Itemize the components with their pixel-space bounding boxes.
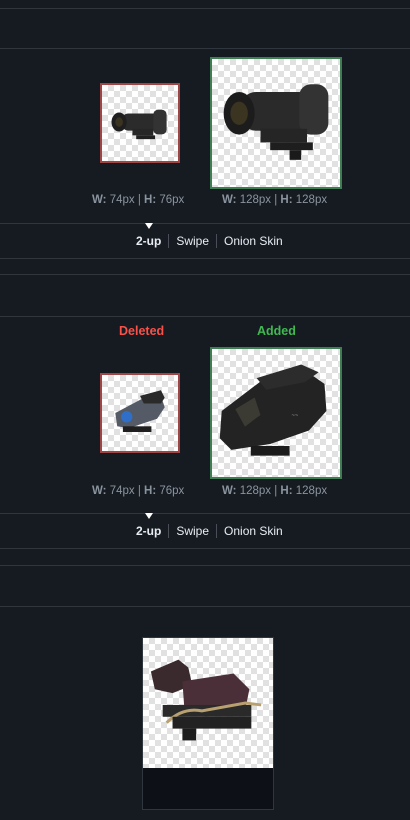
divider: [0, 223, 410, 224]
width-value: 74px: [109, 194, 135, 206]
divider: [0, 258, 410, 259]
added-label: Added: [257, 324, 296, 338]
divider: [0, 274, 410, 275]
width-label: W:: [92, 485, 107, 497]
sight-image: ~~: [219, 364, 327, 456]
view-mode-tabs: 2-up Swipe Onion Skin: [129, 523, 290, 539]
tab-onion-skin[interactable]: Onion Skin: [217, 233, 290, 249]
added-image-dimensions: W: 128px | H: 128px: [222, 485, 328, 497]
deleted-image-thumbnail[interactable]: [100, 373, 180, 453]
tab-onion-skin[interactable]: Onion Skin: [217, 523, 290, 539]
divider: [0, 8, 410, 9]
svg-text:~~: ~~: [292, 413, 299, 419]
sight-image: [150, 659, 262, 741]
width-label: W:: [222, 485, 237, 497]
height-label: H:: [144, 194, 157, 206]
deleted-label: Deleted: [119, 324, 165, 338]
active-tab-caret-icon: [145, 223, 153, 229]
tab-swipe[interactable]: Swipe: [169, 233, 216, 249]
width-value: 128px: [239, 194, 272, 206]
height-value: 128px: [295, 485, 328, 497]
added-image-thumbnail[interactable]: [210, 57, 342, 189]
tab-2-up[interactable]: 2-up: [129, 233, 168, 249]
divider: [0, 606, 410, 607]
divider: [0, 548, 410, 549]
scope-image: [223, 84, 329, 160]
height-value: 76px: [159, 485, 185, 497]
height-label: H:: [280, 485, 293, 497]
width-label: W:: [92, 194, 107, 206]
scope-image: [111, 109, 167, 140]
deleted-image-dimensions: W: 74px | H: 76px: [92, 485, 185, 497]
height-value: 128px: [295, 194, 328, 206]
tab-2-up[interactable]: 2-up: [129, 523, 168, 539]
added-image-dimensions: W: 128px | H: 128px: [222, 194, 328, 206]
divider: [0, 316, 410, 317]
view-mode-tabs: 2-up Swipe Onion Skin: [129, 233, 290, 249]
width-value: 74px: [109, 485, 135, 497]
active-tab-caret-icon: [145, 513, 153, 519]
tab-swipe[interactable]: Swipe: [169, 523, 216, 539]
sight-image: [115, 390, 165, 432]
width-label: W:: [222, 194, 237, 206]
added-image-thumbnail[interactable]: ~~: [210, 347, 342, 479]
image-info-panel: [142, 768, 274, 810]
divider: [0, 513, 410, 514]
divider: [0, 565, 410, 566]
divider: [0, 48, 410, 49]
height-value: 76px: [159, 194, 185, 206]
width-value: 128px: [239, 485, 272, 497]
deleted-image-thumbnail[interactable]: [100, 83, 180, 163]
image-thumbnail[interactable]: [142, 637, 274, 769]
deleted-image-dimensions: W: 74px | H: 76px: [92, 194, 185, 206]
height-label: H:: [280, 194, 293, 206]
height-label: H:: [144, 485, 157, 497]
